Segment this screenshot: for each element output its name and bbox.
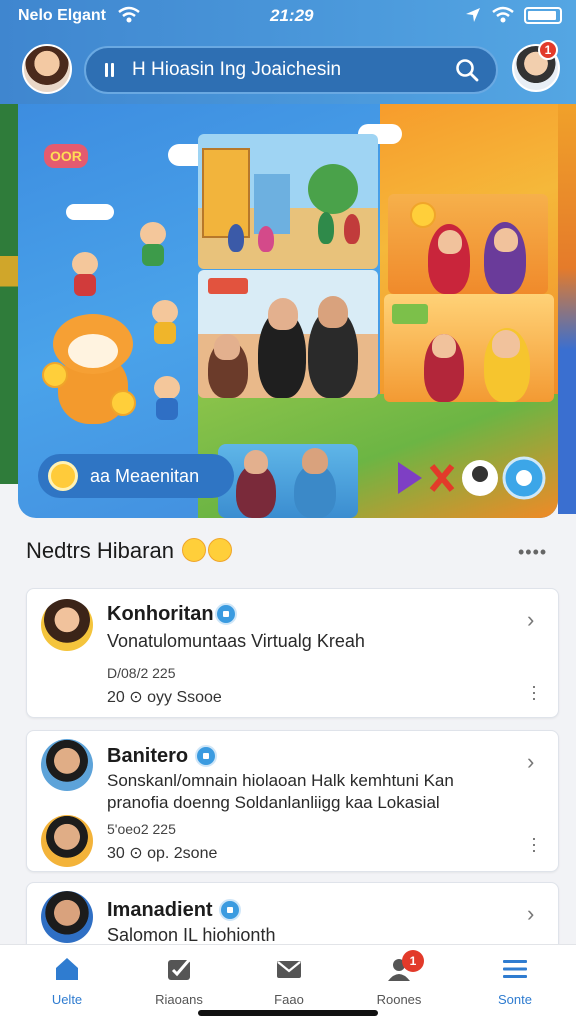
clock: 21:29 [270, 6, 314, 25]
nav-label: Riaoans [155, 992, 203, 1007]
app-header: Nelo Elgant 21:29 H Hioasin Ing Joaiches… [0, 0, 576, 104]
smile-emoji-icon [182, 538, 207, 562]
mail-icon [277, 961, 301, 978]
card-stats: 20 ⊙ oyy Ssooe [107, 689, 222, 706]
banner-edge-right [558, 104, 576, 514]
avatar [41, 891, 93, 943]
nav-home[interactable]: Uelte [22, 955, 112, 1007]
menu-icon [503, 960, 527, 978]
section-title: Nedtrs Hibaran [26, 538, 233, 564]
carrier-label: Nelo Elgant [18, 7, 107, 24]
cartoon-character [68, 252, 102, 296]
smile-emoji-icon [208, 538, 233, 562]
card-description-line2: pranofia doenng Soldanlanliigg kaa Lokas… [107, 793, 440, 812]
battery-icon [524, 6, 562, 24]
banner-cta-pill[interactable]: aa Meaenitan [38, 454, 234, 498]
cartoon-character [136, 222, 170, 266]
avatar [41, 739, 93, 791]
list-card[interactable]: Konhoritan Vonatulomuntaas Virtualg Krea… [26, 588, 559, 718]
smile-emoji-icon [110, 390, 136, 416]
location-arrow-icon [466, 8, 480, 22]
nav-activity[interactable]: Riaoans [134, 955, 224, 1007]
cloud-shape [66, 204, 114, 220]
cartoon-character [148, 300, 182, 344]
nav-notification-badge: 1 [402, 950, 424, 972]
profile-avatar[interactable] [22, 44, 72, 94]
people-photo-scene [198, 270, 378, 398]
nav-profile[interactable]: Roones [354, 955, 444, 1007]
cartoon-kids-scene [384, 294, 554, 402]
hero-banner[interactable]: OOR aa Meaenitan [18, 104, 558, 518]
home-indicator[interactable] [198, 1010, 378, 1016]
status-icons [464, 6, 562, 24]
chevron-right-icon[interactable]: › [527, 749, 534, 775]
nav-label: Roones [376, 992, 422, 1007]
nav-more[interactable]: Sonte [470, 955, 560, 1007]
list-card[interactable]: Banitero Sonskanl/omnain hiolaoan Halk k… [26, 730, 559, 872]
check-square-icon [168, 959, 191, 980]
emoji-icon [48, 461, 78, 491]
nav-label: Sonte [498, 992, 532, 1007]
card-description: Vonatulomuntaas Virtualg Kreah [107, 631, 365, 651]
verified-badge-icon [195, 745, 217, 767]
smile-emoji-icon [410, 202, 436, 228]
card-name: Banitero [107, 745, 189, 767]
school-scene [198, 134, 378, 269]
card-name: Konhoritan [107, 603, 214, 625]
banner-logo-text: OOR [50, 148, 82, 164]
nav-label: Faao [274, 992, 304, 1007]
search-bar[interactable]: H Hioasin Ing Joaichesin [84, 46, 498, 94]
smile-emoji-icon [42, 362, 68, 388]
verified-badge-icon [215, 603, 237, 625]
card-name: Imanadient [107, 899, 213, 921]
card-description: Salomon IL hiohionth [107, 925, 276, 945]
avatar [41, 815, 93, 867]
avatar [41, 599, 93, 651]
banner-logo: OOR [44, 144, 88, 168]
cartoon-character [150, 376, 184, 420]
banner-edge-left [0, 104, 18, 484]
status-bar: Nelo Elgant 21:29 [0, 0, 576, 34]
couple-photo-scene [218, 444, 358, 518]
search-input[interactable]: H Hioasin Ing Joaichesin [132, 59, 454, 81]
search-icon[interactable] [454, 57, 480, 83]
card-date: 5'oeo2 225 [107, 821, 176, 837]
verified-badge-icon [219, 899, 241, 921]
more-vertical-icon[interactable]: · · · [531, 677, 537, 707]
wifi-icon [492, 6, 514, 23]
card-stats: 30 ⊙ op. 2sone [107, 845, 218, 862]
more-vertical-icon[interactable]: · · · [531, 829, 537, 859]
home-icon [56, 958, 78, 980]
section-more-button[interactable]: •••• [518, 542, 547, 563]
menu-lines-icon [105, 63, 114, 77]
nav-label: Uelte [51, 992, 83, 1007]
chevron-right-icon[interactable]: › [527, 901, 534, 927]
notification-badge[interactable]: 1 [538, 40, 558, 60]
wifi-icon [118, 6, 140, 23]
media-icons [398, 456, 546, 500]
nav-messages[interactable]: Faao [244, 955, 334, 1007]
section-title-text: Nedtrs Hibaran [26, 538, 174, 563]
chevron-right-icon[interactable]: › [527, 607, 534, 633]
banner-cta-label: aa Meaenitan [90, 465, 200, 486]
card-date: D/08/2 225 [107, 665, 176, 681]
card-description: Sonskanl/omnain hiolaoan Halk kemhtuni K… [107, 771, 454, 790]
